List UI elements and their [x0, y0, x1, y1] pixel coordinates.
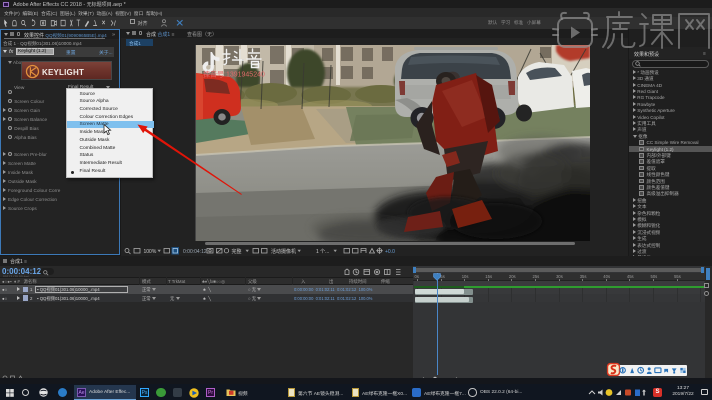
- svg-text:100%: 100%: [144, 249, 157, 255]
- svg-text:+0.0: +0.0: [385, 249, 395, 255]
- svg-text:活动摄像机: 活动摄像机: [271, 248, 296, 255]
- svg-text:捒音号:1391945240: 捒音号:1391945240: [203, 70, 265, 79]
- svg-text:1 个...: 1 个...: [316, 249, 329, 255]
- svg-text:完整: 完整: [232, 248, 242, 255]
- svg-text:0:00:04:12: 0:00:04:12: [183, 249, 207, 255]
